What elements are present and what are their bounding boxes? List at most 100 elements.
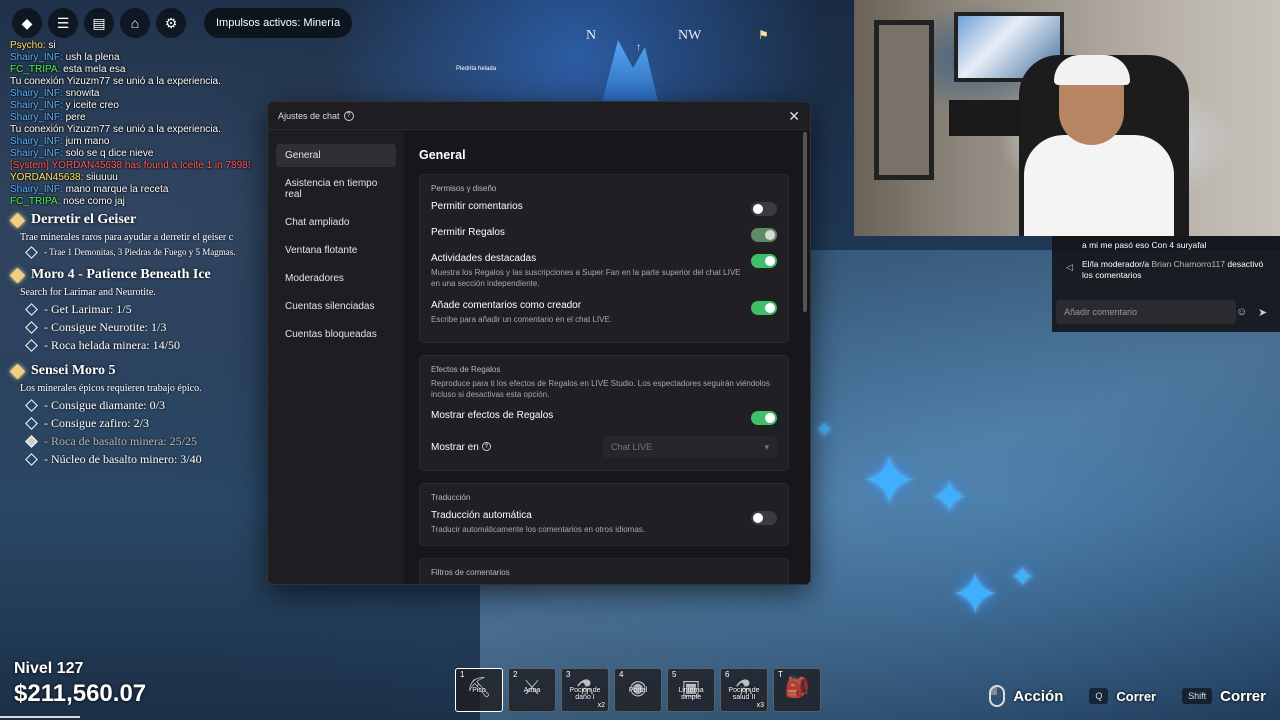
slot-label: Poción de salud II [728, 687, 760, 701]
divider [0, 716, 80, 718]
setting-toggle[interactable] [751, 228, 777, 242]
setting-row: Actividades destacadas Muestra los Regalo… [431, 253, 777, 289]
chat-message: y iceite creo [62, 100, 119, 111]
hotbar-slot[interactable]: 🎒 T [773, 668, 821, 712]
setting-row: Permitir comentarios [431, 201, 777, 216]
permissions-rows: Permitir comentarios Permitir Regalos Acti… [431, 201, 777, 325]
quest-objective: - Roca helada minera: 14/50 [25, 338, 272, 353]
chat-message: si [45, 40, 56, 51]
nav-item[interactable]: Asistencia en tiempo real [276, 172, 396, 206]
quest-objective-text: - Get Larimar: 1/5 [44, 302, 132, 316]
card-description: Reproduce para ti los efectos de Regalos… [431, 379, 770, 399]
card-translation: Traducción Traducción automática Traduci… [419, 483, 789, 546]
setting-label-wrap: Mostrar en? [431, 442, 491, 453]
quest-title-text: Moro 4 - Patience Beneath Ice [31, 267, 211, 282]
unchecked-diamond-icon [25, 339, 38, 352]
hotbar-slot[interactable]: ⚗ 6 Poción de salud II x3 [720, 668, 768, 712]
chat-username: Psycho: [10, 40, 46, 51]
quest-title: Moro 4 - Patience Beneath Ice [9, 267, 272, 283]
emoji-icon[interactable]: ☺ [1236, 306, 1247, 318]
setting-toggle[interactable] [751, 301, 777, 315]
hotbar-slot[interactable]: ▣ 5 Linterna simple [667, 668, 715, 712]
setting-label: Mostrar en [431, 441, 479, 453]
chat-line: Shairy_INF: mano marque la receta [10, 184, 272, 196]
quest-objective-text: - Roca de basalto minera: 25/25 [44, 434, 197, 448]
quest-title-text: Sensei Moro 5 [31, 363, 116, 378]
player-money: $211,560.07 [14, 680, 147, 707]
nav-item[interactable]: Cuentas silenciadas [276, 295, 396, 318]
quest-block: Sensei Moro 5 Los minerales épicos requie… [9, 363, 272, 467]
nav-item[interactable]: Moderadores [276, 267, 396, 290]
card-title: Efectos de Regalos [431, 365, 501, 374]
chat-username: YORDAN45638: [10, 172, 84, 183]
game-chat-log: Psycho: si Shairy_INF: ush la plena FC_TRI… [10, 40, 272, 208]
slot-number: 6 [725, 670, 730, 679]
hotbar: ⛏ 1 Pico ⚔ 2 Arma ⚗ 3 Poción de daño Ix2 ◉ 4 Portal… [455, 668, 821, 712]
chat-username: Shairy_INF: [10, 88, 63, 99]
chat-line: Tu conexión Yizuzm77 se unió a la experi… [10, 124, 272, 136]
world-marker: Piedrita helada [456, 66, 496, 72]
webcam-person-body [1024, 135, 1174, 236]
setting-row: Añade comentarios como creador Escribe pa… [431, 300, 777, 325]
quest-block: Moro 4 - Patience Beneath Ice Search for … [9, 267, 272, 353]
setting-label: Traducción automática [431, 510, 532, 521]
toggle-auto-translate[interactable] [751, 511, 777, 525]
hotbar-slot[interactable]: ⚔ 2 Arma [508, 668, 556, 712]
slot-number: 4 [619, 670, 624, 679]
hotbar-slot[interactable]: ⛏ 1 Pico [455, 668, 503, 712]
setting-toggle[interactable] [751, 254, 777, 268]
chat-icon[interactable]: ▤ [84, 8, 114, 38]
unchecked-diamond-icon [25, 303, 38, 316]
chat-username: Shairy_INF: [10, 52, 63, 63]
quest-objective: - Consigue zafiro: 2/3 [25, 416, 272, 431]
nav-item[interactable]: General [276, 144, 396, 167]
nav-item[interactable]: Chat ampliado [276, 211, 396, 234]
setting-toggle[interactable] [751, 202, 777, 216]
slot-number: 3 [566, 670, 571, 679]
scrollbar[interactable] [803, 132, 807, 312]
nav-item[interactable]: Cuentas bloqueadas [276, 323, 396, 346]
show-in-select[interactable]: Chat LIVE ▾ [603, 436, 777, 458]
blue-crystal: ✦ [1010, 560, 1036, 595]
nav-item[interactable]: Ventana flotante [276, 239, 396, 262]
chat-line: YORDAN45638: siiuuuu [10, 172, 272, 184]
hotbar-slot[interactable]: ◉ 4 Portal [614, 668, 662, 712]
chat-username: Shairy_INF: [10, 148, 63, 159]
modal-header: Ajustes de chat ? [268, 102, 810, 130]
slot-label: Pico [472, 687, 486, 694]
send-icon[interactable]: ➤ [1258, 306, 1267, 319]
active-boosts[interactable]: Impulsos activos: Minería [204, 8, 353, 38]
game-topbar: ◆ ☰ ▤ ⌂ ⚙ Impulsos activos: Minería [12, 8, 353, 38]
menu-icon[interactable]: ☰ [48, 8, 78, 38]
live-chat-mod-notice: El/la moderador/a Brian Chamorro117 desa… [1082, 259, 1272, 281]
roblox-logo-icon[interactable]: ◆ [12, 8, 42, 38]
chat-message: nose como jaj [60, 196, 125, 207]
slot-label: Poción de daño I [569, 687, 601, 701]
chat-message: mano marque la receta [62, 184, 169, 195]
chat-line: Shairy_INF: solo se q dice nieve [10, 148, 272, 160]
chat-line: FC_TRIPA: esta mela esa [10, 64, 272, 76]
quest-diamond-icon [9, 212, 26, 228]
mod-notice-name: Brian Chamorro117 [1151, 259, 1225, 269]
help-icon[interactable]: ? [481, 442, 491, 452]
slot-quantity: x3 [756, 702, 764, 709]
player-level: Nivel 127 [14, 660, 84, 677]
chat-username: Shairy_INF: [10, 184, 63, 195]
gear-icon[interactable]: ⚙ [156, 8, 186, 38]
toggle-show-gift-effects[interactable] [751, 411, 777, 425]
slot-number: 1 [460, 670, 465, 679]
section-heading: General [419, 148, 466, 162]
settings-nav: General Asistencia en tiempo real Chat amp… [268, 130, 404, 584]
card-title: Traducción [431, 493, 471, 502]
live-chat-input[interactable]: Añadir comentario [1056, 300, 1236, 324]
hotbar-slot[interactable]: ⚗ 3 Poción de daño Ix2 [561, 668, 609, 712]
close-icon[interactable]: ✕ [788, 108, 800, 125]
quest-objective: - Get Larimar: 1/5 [25, 302, 272, 317]
backpack-icon[interactable]: ⌂ [120, 8, 150, 38]
quest-objective-text: - Consigue zafiro: 2/3 [44, 416, 149, 430]
setting-row: Mostrar en? Chat LIVE ▾ [431, 436, 777, 458]
setting-text: Permitir comentarios [431, 201, 523, 213]
help-icon[interactable]: ? [343, 110, 354, 121]
setting-label: Mostrar efectos de Regalos [431, 410, 554, 421]
quest-objective-text: - Roca helada minera: 14/50 [44, 338, 180, 352]
